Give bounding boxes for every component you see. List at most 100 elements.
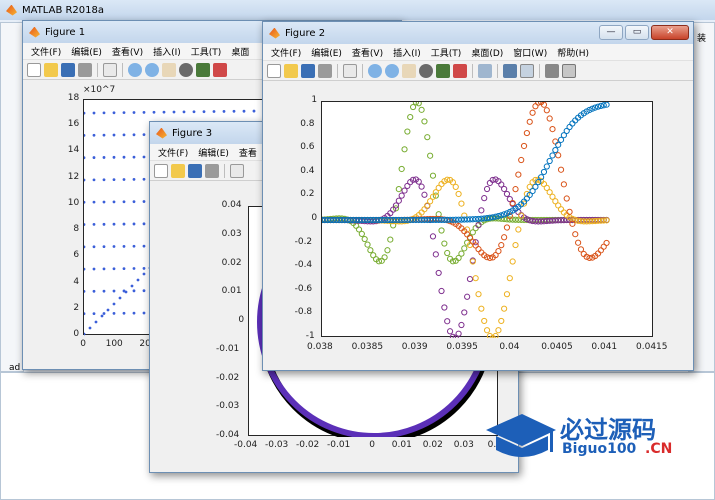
figure2-menu-window[interactable]: 窗口(W) bbox=[513, 46, 547, 59]
datatip-icon[interactable] bbox=[436, 63, 450, 78]
figure1-menu-file[interactable]: 文件(F) bbox=[31, 45, 61, 58]
watermark: 必过源码 Biguo100 .CN bbox=[482, 410, 712, 470]
pointer-icon[interactable] bbox=[343, 63, 357, 78]
new-figure-icon[interactable] bbox=[267, 63, 281, 78]
figure2-axes[interactable] bbox=[321, 101, 653, 338]
colorbar-icon[interactable] bbox=[503, 63, 517, 78]
save-icon[interactable] bbox=[61, 62, 75, 77]
figure1-menu-edit[interactable]: 编辑(E) bbox=[71, 45, 102, 58]
figure2-point bbox=[381, 254, 388, 261]
close-button[interactable]: ✕ bbox=[651, 25, 689, 40]
zoom-out-icon[interactable] bbox=[385, 63, 399, 78]
figure2-point bbox=[495, 327, 502, 334]
zoom-in-icon[interactable] bbox=[368, 63, 382, 78]
figure1-exponent-label: ×10^7 bbox=[83, 85, 116, 95]
figure2-window[interactable]: Figure 2 — ▭ ✕ 文件(F) 编辑(E) 查看(V) 插入(I) 工… bbox=[262, 21, 694, 371]
figure2-point bbox=[552, 146, 559, 154]
figure2-menu-file[interactable]: 文件(F) bbox=[271, 46, 301, 59]
show-tools-icon[interactable] bbox=[562, 63, 576, 78]
figure1-point bbox=[84, 134, 86, 137]
figure1-menu-view[interactable]: 查看(V) bbox=[112, 45, 143, 58]
figure1-point bbox=[132, 155, 136, 159]
figure2-menu-edit[interactable]: 编辑(E) bbox=[311, 46, 342, 59]
figure3-y-tick: -0.01 bbox=[216, 343, 240, 354]
maximize-button[interactable]: ▭ bbox=[625, 25, 649, 40]
figure2-point bbox=[398, 165, 405, 173]
brush-icon[interactable] bbox=[453, 63, 467, 78]
open-file-icon[interactable] bbox=[284, 63, 298, 78]
figure2-x-tick: 0.0385 bbox=[351, 342, 384, 352]
new-figure-icon[interactable] bbox=[27, 62, 41, 77]
figure1-point bbox=[122, 267, 126, 271]
figure2-point bbox=[503, 291, 511, 298]
brush-icon[interactable] bbox=[213, 62, 227, 77]
figure2-point bbox=[501, 234, 508, 241]
figure1-point bbox=[84, 111, 86, 115]
link-plot-icon[interactable] bbox=[478, 63, 492, 78]
figure2-point bbox=[532, 103, 539, 110]
figure2-menu-insert[interactable]: 插入(I) bbox=[393, 46, 421, 59]
pan-icon[interactable] bbox=[162, 62, 176, 77]
figure2-point bbox=[572, 231, 579, 238]
figure2-point bbox=[486, 179, 493, 187]
figure2-point bbox=[398, 192, 405, 199]
open-file-icon[interactable] bbox=[44, 62, 58, 77]
zoom-in-icon[interactable] bbox=[128, 62, 142, 77]
pointer-icon[interactable] bbox=[230, 163, 244, 178]
figure2-titlebar[interactable]: Figure 2 — ▭ ✕ bbox=[263, 22, 693, 44]
print-icon[interactable] bbox=[318, 63, 332, 78]
pointer-icon[interactable] bbox=[103, 62, 117, 77]
command-partial-text: ad bbox=[9, 363, 21, 373]
figure3-y-tick: 0 bbox=[238, 315, 245, 325]
figure3-y-tick: 0.03 bbox=[221, 228, 242, 239]
legend-icon[interactable] bbox=[520, 63, 534, 78]
figure2-point bbox=[438, 287, 445, 295]
figure3-y-tick: -0.03 bbox=[216, 401, 240, 412]
figure1-menu-insert[interactable]: 插入(I) bbox=[153, 45, 181, 58]
figure2-window-controls: — ▭ ✕ bbox=[599, 25, 689, 40]
figure2-point bbox=[569, 220, 576, 227]
figure2-point bbox=[455, 330, 462, 337]
figure1-point bbox=[92, 312, 96, 315]
zoom-out-icon[interactable] bbox=[145, 62, 159, 77]
figure2-point bbox=[512, 186, 519, 193]
figure2-menu-view[interactable]: 查看(V) bbox=[352, 46, 383, 59]
figure3-menu-edit[interactable]: 编辑(E) bbox=[198, 146, 229, 159]
figure2-menu-desktop[interactable]: 桌面(D) bbox=[471, 46, 503, 59]
figure2-title: Figure 2 bbox=[285, 27, 326, 39]
figure2-x-tick: 0.0405 bbox=[541, 342, 573, 352]
figure3-x-tick: -0.04 bbox=[234, 440, 258, 450]
figure2-point bbox=[520, 142, 528, 150]
rotate-icon[interactable] bbox=[419, 63, 433, 78]
figure1-menu-tools[interactable]: 工具(T) bbox=[191, 45, 222, 58]
print-icon[interactable] bbox=[205, 163, 219, 178]
toolbar-separator bbox=[337, 63, 338, 78]
hide-tools-icon[interactable] bbox=[545, 63, 559, 78]
open-file-icon[interactable] bbox=[171, 163, 185, 178]
figure1-y-tick: 16 bbox=[67, 119, 80, 130]
figure2-point bbox=[361, 235, 368, 243]
figure2-menu-tools[interactable]: 工具(T) bbox=[431, 46, 462, 59]
main-side-panel bbox=[0, 22, 24, 372]
print-icon[interactable] bbox=[78, 62, 92, 77]
pan-icon[interactable] bbox=[402, 63, 416, 78]
figure1-point bbox=[142, 244, 146, 248]
figure2-point bbox=[526, 118, 533, 125]
figure3-menu-view[interactable]: 查看 bbox=[239, 146, 257, 159]
minimize-button[interactable]: — bbox=[599, 25, 623, 40]
figure2-point bbox=[438, 227, 445, 234]
figure3-menu-file[interactable]: 文件(F) bbox=[158, 146, 188, 159]
figure2-point bbox=[557, 166, 565, 173]
save-icon[interactable] bbox=[301, 63, 315, 78]
datatip-icon[interactable] bbox=[196, 62, 210, 77]
figure1-point bbox=[122, 111, 126, 115]
figure2-menu-help[interactable]: 帮助(H) bbox=[557, 46, 589, 59]
save-icon[interactable] bbox=[188, 163, 202, 178]
new-figure-icon[interactable] bbox=[154, 163, 168, 178]
figure1-point bbox=[118, 296, 122, 300]
figure1-point bbox=[102, 222, 106, 226]
figure2-x-tick: 0.0395 bbox=[446, 342, 478, 352]
figure2-y-tick: -0.6 bbox=[294, 283, 313, 294]
rotate-icon[interactable] bbox=[179, 62, 193, 77]
figure1-menu-desktop[interactable]: 桌面 bbox=[231, 45, 249, 58]
